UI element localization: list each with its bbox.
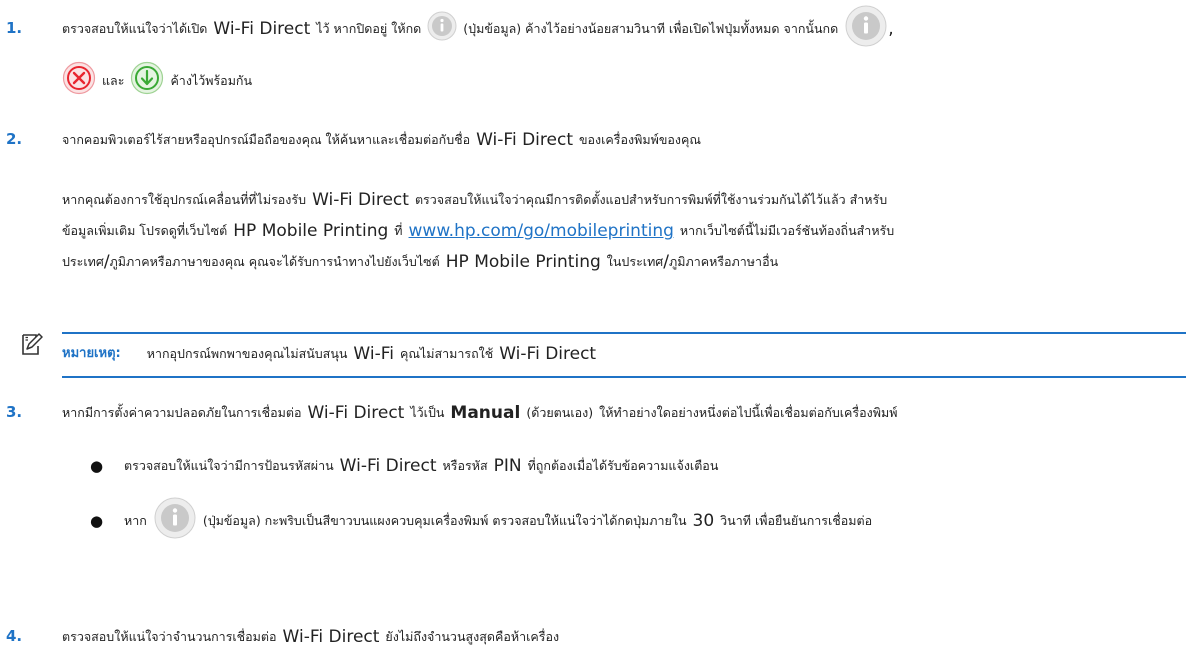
step-2-text-b: ของเครื่องพิมพ์ของคุณ [579,132,701,147]
step-1-text-b: ไว้ หากปิดอยู่ ให้กด [316,21,422,36]
step-number-3: 3. [6,403,23,421]
para-text-i: ภูมิภาคหรือภาษาอื่น [668,254,779,269]
bullet-1-text-b: หรือรหัส [442,458,488,473]
wifi-direct-term: Wi-Fi Direct [307,403,405,423]
cancel-icon [62,61,96,102]
step-1-line-2: และ ค้างไว้พร้อมกัน [62,61,253,98]
wifi-direct-term: Wi-Fi Direct [312,190,409,210]
note-text-a: หากอุปกรณ์พกพาของคุณไม่สนับสนุน [146,346,348,361]
step-number-4: 4. [6,627,23,645]
step-number-1: 1. [6,19,23,37]
bullet: ● [90,457,104,475]
wifi-direct-term: Wi-Fi Direct [282,627,380,647]
para-text-e: หากเว็บไซต์นี้ไม่มีเวอร์ชันท้องถิ่นสำหรั… [679,223,895,238]
seconds-value: 30 [692,511,715,531]
info-icon [427,11,457,48]
hp-mobile-printing-term: HP Mobile Printing [445,252,601,272]
step-3-line-1: หากมีการตั้งค่าความปลอดภัยในการเชื่อมต่อ… [62,401,897,425]
step-1-text-a: ตรวจสอบให้แน่ใจว่าได้เปิด [62,21,208,36]
step-3-bullet-1: ตรวจสอบให้แน่ใจว่ามีการป้อนรหัสผ่าน Wi-F… [124,454,718,478]
pin-term: PIN [493,456,522,476]
note-text-b: คุณไม่สามารถใช้ [399,346,494,361]
bullet-2-text-a: หาก [124,513,147,528]
step-2-para-line-2: ข้อมูลเพิ่มเติม โปรดดูที่เว็บไซต์ HP Mob… [62,219,894,243]
step-2-para-line-3: ประเทศ / ภูมิภาคหรือภาษาของคุณ คุณจะได้ร… [62,250,778,274]
wifi-direct-term: Wi-Fi Direct [213,19,311,39]
step-3-text-a: หากมีการตั้งค่าความปลอดภัยในการเชื่อมต่อ [62,405,302,420]
bullet-1-text-c: ที่ถูกต้องเมื่อได้รับข้อความแจ้งเตือน [527,458,719,473]
step-4-text-b: ยังไม่ถึงจำนวนสูงสุดคือห้าเครื่อง [385,629,560,644]
wifi-term: Wi-Fi [353,344,394,364]
para-text-f: ประเทศ [62,254,104,269]
resume-icon [130,61,164,102]
step-3-text-c: (ด้วยตนเอง) [526,405,594,420]
para-text-g: ภูมิภาคหรือภาษาของคุณ คุณจะได้รับการนำทา… [109,254,440,269]
step-2-line-1: จากคอมพิวเตอร์ไร้สายหรืออุปกรณ์มือถือของ… [62,128,701,152]
para-text-d: ที่ [394,223,403,238]
para-text-a: หากคุณต้องการใช้อุปกรณ์เคลื่อนที่ที่ไม่ร… [62,192,307,207]
step-3-text-b: ไว้เป็น [410,405,445,420]
bullet-2-text-b: (ปุ่มข้อมูล) กะพริบเป็นสีขาวบนแผงควบคุมเ… [202,513,687,528]
step-1-end: ค้างไว้พร้อมกัน [170,73,253,88]
note-label: หมายเหตุ: [62,346,121,361]
wifi-direct-term: Wi-Fi Direct [339,456,437,476]
bullet-1-text-a: ตรวจสอบให้แน่ใจว่ามีการป้อนรหัสผ่าน [124,458,334,473]
step-1-and: และ [102,73,125,88]
bullet-2-text-c: วินาที เพื่อยืนยันการเชื่อมต่อ [720,513,873,528]
hp-mobile-printing-term: HP Mobile Printing [233,221,389,241]
para-text-b: ตรวจสอบให้แน่ใจว่าคุณมีการติดตั้งแอปสำหร… [414,192,888,207]
para-text-h: ในประเทศ [606,254,664,269]
step-3-text-d: ให้ทำอย่างใดอย่างหนึ่งต่อไปนี้เพื่อเชื่อ… [599,405,898,420]
info-icon [153,496,197,547]
step-1-text-c: (ปุ่มข้อมูล) ค้างไว้อย่างน้อยสามวินาที เ… [463,21,839,36]
step-3-bullet-2: หาก (ปุ่มข้อมูล) กะพริบเป็นสีขาวบนแผงควบ… [124,497,873,538]
bullet: ● [90,512,104,530]
step-4-text-a: ตรวจสอบให้แน่ใจว่าจำนวนการเชื่อมต่อ [62,629,277,644]
step-2-para-line-1: หากคุณต้องการใช้อุปกรณ์เคลื่อนที่ที่ไม่ร… [62,188,887,212]
wifi-direct-term: Wi-Fi Direct [476,130,573,150]
step-number-2: 2. [6,130,23,148]
note-line: หมายเหตุ: หากอุปกรณ์พกพาของคุณไม่สนับสนุ… [62,342,596,366]
step-1-line-1: ตรวจสอบให้แน่ใจว่าได้เปิด Wi-Fi Direct ไ… [62,5,894,46]
step-2-text-a: จากคอมพิวเตอร์ไร้สายหรืออุปกรณ์มือถือของ… [62,132,471,147]
para-text-c: ข้อมูลเพิ่มเติม โปรดดูที่เว็บไซต์ [62,223,228,238]
wifi-direct-term: Wi-Fi Direct [499,344,597,364]
note-icon [20,333,44,360]
comma: , [888,19,894,39]
mobileprinting-link[interactable]: www.hp.com/go/mobileprinting [409,220,674,242]
info-icon [844,4,888,55]
step-4-line-1: ตรวจสอบให้แน่ใจว่าจำนวนการเชื่อมต่อ Wi-F… [62,625,559,649]
manual-term: Manual [450,403,521,423]
